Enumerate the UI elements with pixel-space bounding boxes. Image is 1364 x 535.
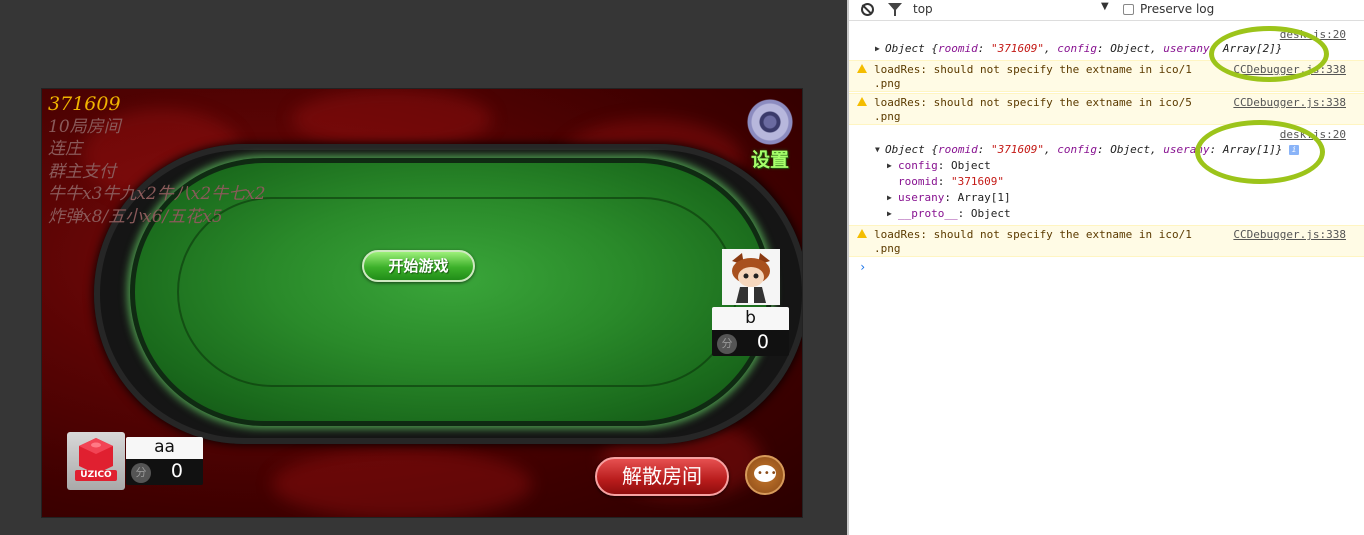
property-key: roomid [898,175,938,188]
preserve-log-label[interactable]: Preserve log [1140,2,1214,16]
property-key: config [898,159,938,172]
room-multipliers: 牛牛x3牛九x2牛八x2牛七x2 [48,184,266,204]
expand-arrow-icon[interactable]: ▶ [887,161,892,170]
dropdown-arrow-icon[interactable]: ▼ [1101,1,1109,12]
player-name: b [712,307,789,330]
warning-line: .png [874,110,901,123]
log-value: Object [1110,143,1150,156]
gear-icon [747,99,793,145]
console-warning: loadRes: should not specify the extname … [849,93,1364,125]
annotation-circle [1209,26,1329,82]
background-blot [292,89,492,149]
clear-console-icon[interactable] [861,3,874,16]
score-icon: 分 [717,334,737,354]
player-score-plate: 分 0 [712,330,789,356]
expand-arrow-icon[interactable]: ▶ [887,209,892,218]
player-score: 0 [170,460,183,482]
room-rounds: 10局房间 [48,116,121,137]
log-key: config [1057,143,1097,156]
screen: 371609 10局房间 连庄 群主支付 牛牛x3牛九x2牛八x2牛七x2 炸弹… [0,0,1364,535]
property-value: Object [970,207,1011,220]
log-text: Object { [885,42,938,55]
source-link[interactable]: CCDebugger.js:338 [1233,228,1346,241]
warning-line: loadRes: should not specify the extname … [874,228,1192,241]
avatar[interactable]: UZICO [67,432,125,490]
property-row[interactable]: config: Object [898,159,991,173]
log-value: "371609" [990,42,1044,55]
player-score: 0 [756,331,769,353]
property-value: Object [951,159,991,172]
warning-icon [857,97,867,106]
player-name: aa [126,437,203,459]
log-value: "371609" [990,143,1044,156]
property-key: __proto__ [898,207,958,220]
console-warning: loadRes: should not specify the extname … [849,225,1364,257]
property-value: Array[1] [957,191,1011,204]
chat-dots-icon: ••• [757,468,778,479]
console-toolbar: top ▼ Preserve log [849,0,1364,21]
annotation-circle [1195,120,1325,184]
warning-line: .png [874,242,901,255]
log-key: roomid [937,143,978,156]
warning-line: .png [874,77,901,90]
console-prompt[interactable]: › [859,260,866,274]
preserve-log-checkbox[interactable] [1123,4,1134,15]
room-id: 371609 [48,93,121,115]
room-payment: 群主支付 [48,161,116,182]
avatar[interactable] [722,249,780,305]
log-value: Object [1110,42,1150,55]
warning-line: loadRes: should not specify the extname … [874,63,1192,76]
dismiss-room-button[interactable]: 解散房间 [595,457,729,496]
room-banker-rule: 连庄 [48,139,82,159]
warning-icon [857,229,867,238]
property-row: roomid: "371609" [898,175,1004,188]
room-special-multipliers: 炸弹x8/五小x6/五花x5 [48,206,223,227]
player-score-plate: 分 0 [126,459,203,485]
uzico-logo-icon [75,438,117,481]
filter-icon[interactable] [888,3,902,16]
room-info: 371609 10局房间 连庄 群主支付 牛牛x3牛九x2牛八x2牛七x2 炸弹… [48,93,266,228]
property-value: "371609" [951,175,1004,188]
score-icon: 分 [131,463,151,483]
source-link[interactable]: CCDebugger.js:338 [1233,96,1346,109]
log-key: userany [1163,42,1210,55]
background-blot [272,449,532,517]
property-row[interactable]: __proto__: Object [898,207,1011,221]
devtools-console: top ▼ Preserve log desk.js:20 ▶ Object {… [847,0,1364,535]
warning-icon [857,64,867,73]
settings-label: 设置 [750,149,789,171]
context-selector[interactable]: top [913,2,933,16]
game-canvas[interactable]: 371609 10局房间 连庄 群主支付 牛牛x3牛九x2牛八x2牛七x2 炸弹… [41,88,803,518]
collapse-arrow-icon[interactable]: ▼ [875,145,880,154]
log-key: config [1057,42,1097,55]
expand-arrow-icon[interactable]: ▶ [875,44,880,53]
start-game-button[interactable]: 开始游戏 [362,250,475,282]
warning-line: loadRes: should not specify the extname … [874,96,1192,109]
property-row[interactable]: userany: Array[1] [898,191,1011,205]
expand-arrow-icon[interactable]: ▶ [887,193,892,202]
property-key: userany [898,191,945,204]
log-key: roomid [937,42,978,55]
avatar-logo-text: UZICO [80,470,112,480]
settings-button[interactable]: 设置 [744,99,796,172]
cartoon-avatar-icon [722,249,780,305]
chat-button[interactable]: ••• [745,455,785,495]
log-text: Object { [885,143,938,156]
